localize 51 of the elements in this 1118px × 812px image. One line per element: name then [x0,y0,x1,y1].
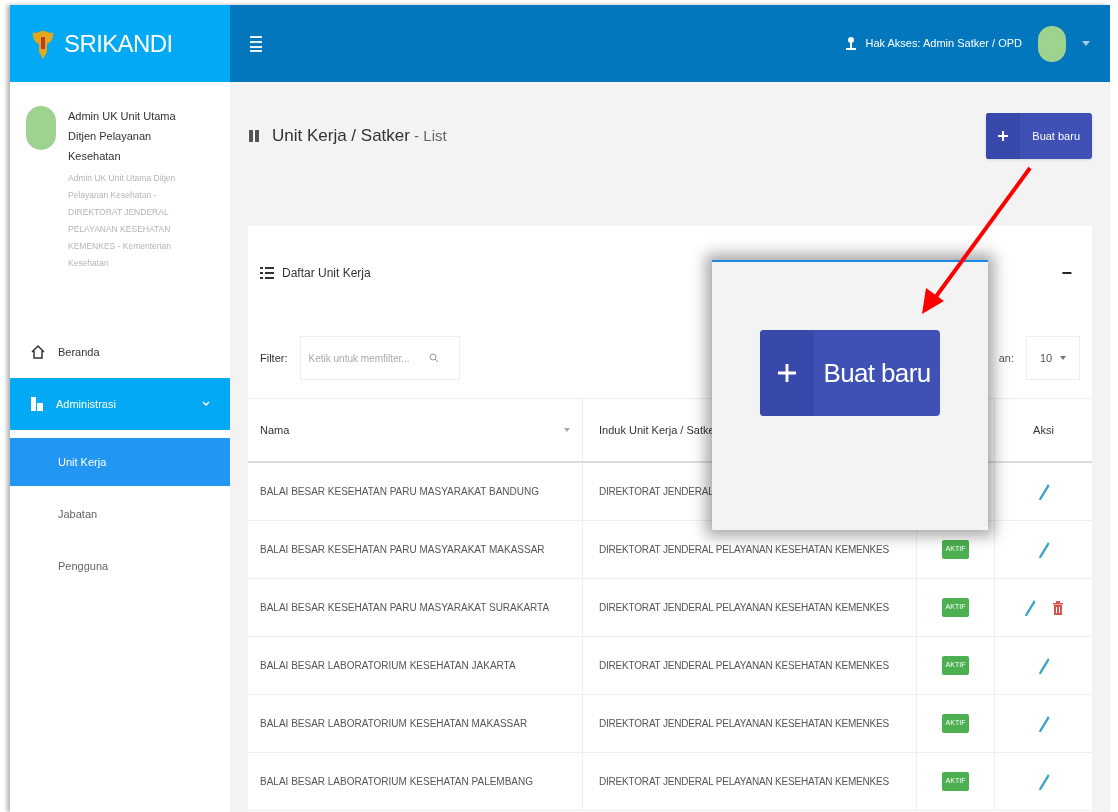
table-cell: BALAI BESAR LABORATORIUM KESEHATAN MAKASSAR [248,695,583,752]
table-cell-text: DIREKTORAT JENDERAL PELAYANAN KESEHATAN KEMENKES [599,659,889,673]
home-icon [30,344,46,360]
plus-icon [778,364,796,382]
sort-icon [564,428,570,432]
page-title: Unit Kerja / Satker - List [272,125,447,148]
pencil-icon[interactable] [1037,772,1050,791]
brand-name: SRIKANDI [64,28,173,59]
card-title: Daftar Unit Kerja [282,265,371,282]
filter-field[interactable]: Ketik untuk memfilter... [308,350,429,366]
caret-icon[interactable] [1082,41,1090,46]
table-cell-text: DIREKTORAT JENDERAL PELAYANAN KESEHATAN KEMENKES [599,717,889,731]
user-name: Admin UK Unit Utama Ditjen Pelayanan Kesehatan [68,109,177,164]
building-icon [30,396,44,412]
table-cell: BALAI BESAR KESEHATAN PARU MASYARAKAT MAKASSAR [248,521,583,578]
column-header[interactable]: Nama [248,399,583,461]
sidebar-subitem[interactable]: Jabatan [10,490,230,538]
avatar [26,106,56,150]
search-icon [428,353,439,363]
plus-icon [998,131,1009,141]
pencil-icon[interactable] [1037,714,1050,733]
table-cell-text: DIREKTORAT JENDERAL [599,485,714,499]
show-label: an: [998,350,1014,366]
column-header: Aksi [1032,422,1055,438]
user-icon [845,35,858,52]
pencil-icon[interactable] [1037,540,1050,559]
caret-icon [1060,356,1067,360]
table-cell-text: DIREKTORAT JENDERAL PELAYANAN KESEHATAN KEMENKES [599,601,889,615]
sidebar-subitem[interactable]: Pengguna [10,542,230,590]
page-size-select[interactable]: 10 [1026,336,1080,380]
new-button[interactable]: Buat baru [760,330,940,416]
access-label: Hak Akses: Admin Satker / OPD [865,36,1022,52]
avatar[interactable] [1038,25,1066,62]
pencil-icon[interactable] [1037,482,1050,501]
table-cell: BALAI BESAR LABORATORIUM KESEHATAN PALEMBANG [248,753,583,810]
pencil-icon[interactable] [1023,598,1036,617]
table-cell: BALAI BESAR KESEHATAN PARU MASYARAKAT BANDUNG [248,463,583,520]
filter-label: Filter: [260,350,288,366]
new-button[interactable]: Buat baru [986,113,1092,159]
menu-icon[interactable] [250,34,262,53]
user-unit: Admin UK Unit Utama Ditjen Pelayanan Kesehatan - DIREKTORAT JENDERAL PELAYANAN KESEHATAN KEMENKES - Kementerian Kesehatan [68,172,177,270]
table-cell-text: DIREKTORAT JENDERAL PELAYANAN KESEHATAN KEMENKES [599,775,889,789]
table-cell: BALAI BESAR KESEHATAN PARU MASYARAKAT SURAKARTA [248,579,583,636]
filter-box[interactable]: Ketik untuk memfilter... [299,336,460,380]
collapse-button[interactable]: − [1061,259,1072,287]
trash-icon[interactable] [1051,599,1064,616]
sidebar-item[interactable]: Beranda [10,326,230,378]
table-cell-text: DIREKTORAT JENDERAL PELAYANAN KESEHATAN KEMENKES [599,543,889,557]
list-icon [260,266,274,280]
pencil-icon[interactable] [1037,656,1050,675]
table-cell: BALAI BESAR LABORATORIUM KESEHATAN JAKARTA [248,637,583,694]
